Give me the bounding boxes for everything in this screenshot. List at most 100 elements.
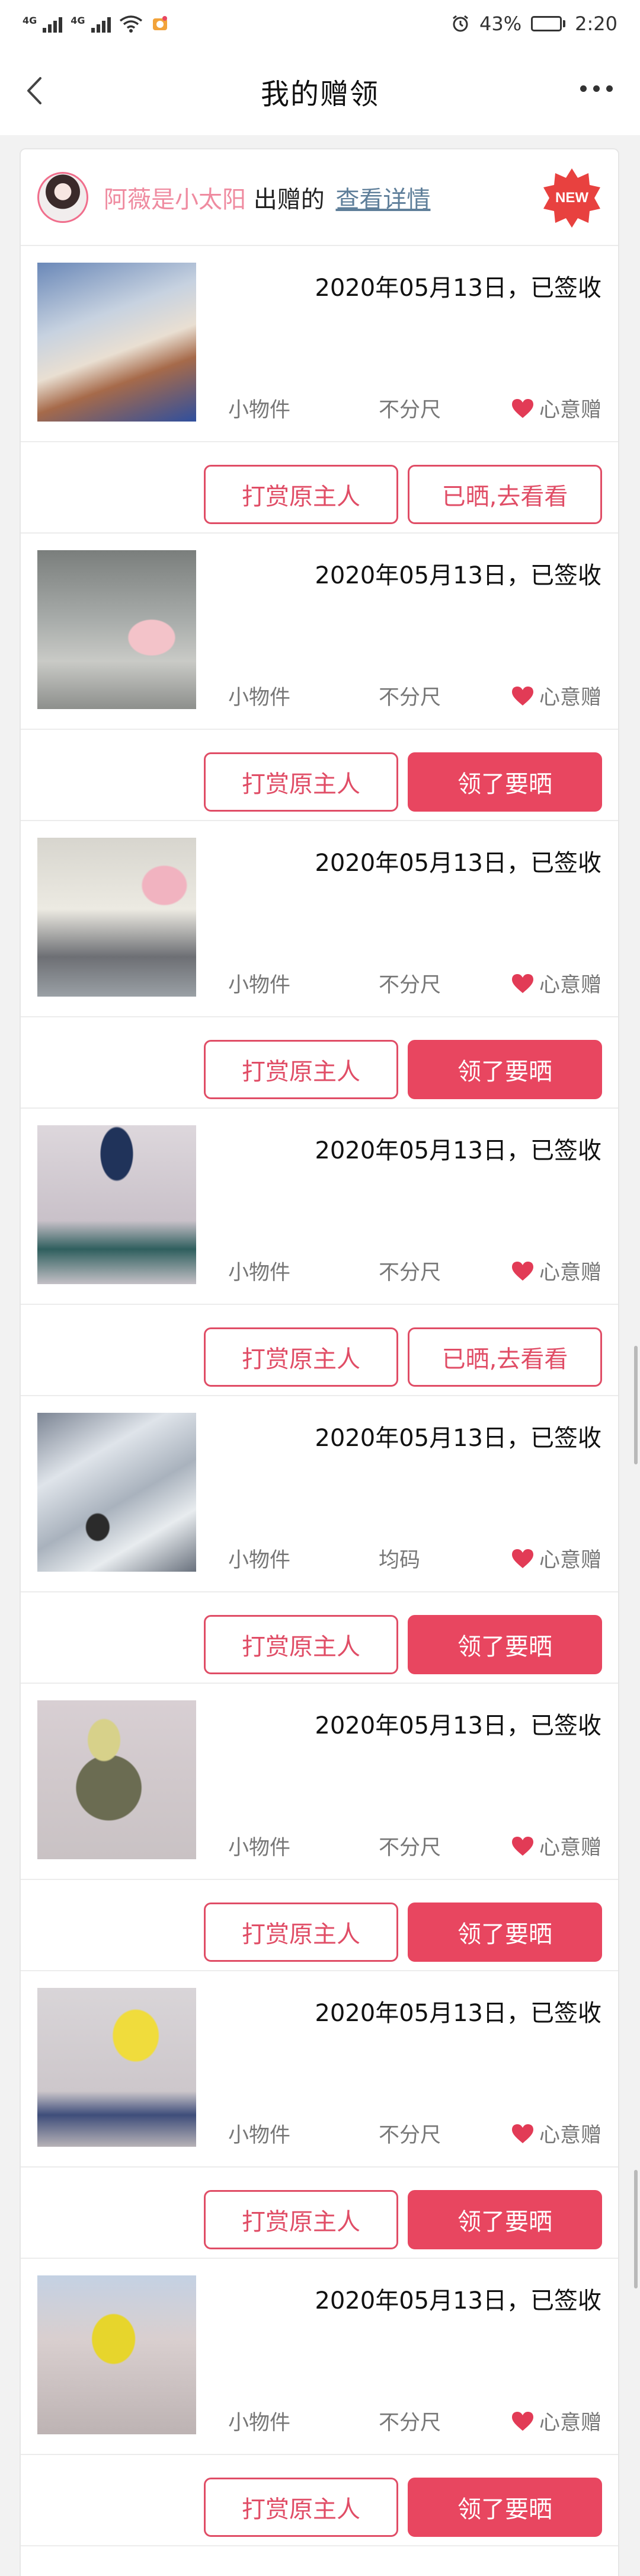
item-info[interactable]: 2020年05月13日，已签收 小物件 不分尺 心意赠	[21, 534, 618, 730]
item-photo[interactable]	[37, 263, 196, 422]
signal-icon	[43, 15, 63, 33]
gift-type-label: 心意赠	[539, 2411, 601, 2435]
reward-owner-button[interactable]: 打赏原主人	[204, 752, 398, 812]
list-item: 2020年05月13日，已签收 小物件 不分尺 心意赠 打赏原主人 领了要晒	[21, 1971, 618, 2259]
share-action-button[interactable]: 领了要晒	[408, 2190, 602, 2249]
gift-type-label: 心意赠	[539, 2124, 601, 2147]
item-actions: 打赏原主人 领了要晒	[21, 1594, 618, 1684]
item-size: 不分尺	[379, 686, 441, 710]
item-info[interactable]: 2020年05月13日，已签收 小物件 不分尺 心意赠	[21, 1971, 618, 2168]
gift-type: 心意赠	[511, 681, 601, 711]
battery-percent: 43%	[479, 12, 522, 35]
notification-app-icon	[152, 16, 167, 30]
gift-type-label: 心意赠	[539, 1836, 601, 1860]
item-actions: 打赏原主人 领了要晒	[21, 731, 618, 821]
gift-type: 心意赠	[511, 393, 601, 423]
new-badge: NEW	[541, 167, 603, 229]
item-size: 不分尺	[379, 973, 441, 997]
status-bar: 4G 4G 43% 2:20	[0, 0, 640, 47]
item-photo[interactable]	[37, 1988, 196, 2147]
list-item: 2020年05月13日，已签收 小物件 不分尺 心意赠 打赏原主人 已晒,去看看	[21, 246, 618, 534]
item-category: 小物件	[228, 398, 291, 422]
list-item: 2020年05月13日，已签收 小物件 均码 心意赠 打赏原主人 领了要晒	[21, 1396, 618, 1684]
giver-name[interactable]: 阿薇是小太阳	[104, 186, 246, 213]
item-size: 不分尺	[379, 2411, 441, 2435]
network-type-label: 4G	[23, 15, 37, 26]
reward-owner-button[interactable]: 打赏原主人	[204, 2478, 398, 2537]
nav-bar: 我的赠领	[0, 47, 640, 135]
list-item: 2020年05月13日，已签收 小物件 不分尺 心意赠 打赏原主人 领了要晒	[21, 1684, 618, 1971]
share-action-button[interactable]: 已晒,去看看	[408, 465, 602, 524]
gift-card: 阿薇是小太阳 出赠的 查看详情 NEW 2020年05月13日，已签收 小物件 …	[20, 148, 619, 2576]
scrollbar-thumb-2[interactable]	[634, 2170, 638, 2288]
wifi-icon	[119, 15, 142, 33]
list-item: 2020年05月13日，已签收 小物件 不分尺 心意赠 打赏原主人 已晒,去看看	[21, 1109, 618, 1396]
gift-type-label: 心意赠	[539, 686, 601, 710]
reward-owner-button[interactable]: 打赏原主人	[204, 2190, 398, 2249]
received-date: 2020年05月13日，已签收	[315, 274, 601, 302]
item-actions: 打赏原主人 领了要晒	[21, 2456, 618, 2546]
share-action-button[interactable]: 领了要晒	[408, 1903, 602, 1962]
item-info[interactable]: 2020年05月13日，已签收 小物件 不分尺 心意赠	[21, 2259, 618, 2455]
item-photo[interactable]	[37, 1125, 196, 1284]
share-action-button[interactable]: 领了要晒	[408, 1040, 602, 1099]
item-photo[interactable]	[37, 838, 196, 997]
item-actions: 打赏原主人 已晒,去看看	[21, 443, 618, 534]
list-item: 2020年05月13日，已签收 小物件 不分尺 心意赠 打赏原主人 领了要晒	[21, 534, 618, 821]
item-photo[interactable]	[37, 2275, 196, 2434]
item-info[interactable]: 2020年05月13日，已签收 小物件 不分尺 心意赠	[21, 821, 618, 1017]
item-size: 均码	[379, 1549, 421, 1572]
share-action-button[interactable]: 领了要晒	[408, 1615, 602, 1674]
gift-type: 心意赠	[511, 1256, 601, 1286]
reward-owner-button[interactable]: 打赏原主人	[204, 1327, 398, 1387]
new-badge-label: NEW	[555, 190, 588, 206]
gift-type: 心意赠	[511, 2118, 601, 2149]
item-size: 不分尺	[379, 398, 441, 422]
item-photo[interactable]	[37, 1700, 196, 1859]
item-size: 不分尺	[379, 2124, 441, 2147]
item-category: 小物件	[228, 686, 291, 710]
item-actions: 打赏原主人 已晒,去看看	[21, 1306, 618, 1396]
battery-icon	[531, 16, 566, 31]
share-action-button[interactable]: 领了要晒	[408, 2478, 602, 2537]
status-right: 43% 2:20	[451, 12, 617, 35]
item-actions: 打赏原主人 领了要晒	[21, 1019, 618, 1109]
item-category: 小物件	[228, 1261, 291, 1285]
item-info[interactable]: 2020年05月13日，已签收 小物件 不分尺 心意赠	[21, 1109, 618, 1305]
heart-icon	[511, 1549, 533, 1568]
item-photo[interactable]	[37, 1413, 196, 1572]
chevron-left-icon[interactable]	[15, 70, 57, 111]
signal-icon-2	[91, 15, 111, 33]
gift-list: 2020年05月13日，已签收 小物件 不分尺 心意赠 打赏原主人 已晒,去看看…	[21, 246, 618, 2546]
heart-icon	[511, 973, 533, 993]
scrollbar-thumb[interactable]	[634, 1346, 638, 1464]
item-category: 小物件	[228, 1549, 291, 1572]
avatar[interactable]	[37, 171, 88, 223]
item-info[interactable]: 2020年05月13日，已签收 小物件 不分尺 心意赠	[21, 246, 618, 442]
reward-owner-button[interactable]: 打赏原主人	[204, 1903, 398, 1962]
reward-owner-button[interactable]: 打赏原主人	[204, 1615, 398, 1674]
share-action-button[interactable]: 已晒,去看看	[408, 1327, 602, 1387]
item-photo[interactable]	[37, 550, 196, 709]
gift-type-label: 心意赠	[539, 973, 601, 997]
gift-type: 心意赠	[511, 1831, 601, 1861]
item-category: 小物件	[228, 2411, 291, 2435]
heart-icon	[511, 1261, 533, 1281]
item-info[interactable]: 2020年05月13日，已签收 小物件 均码 心意赠	[21, 1396, 618, 1592]
received-date: 2020年05月13日，已签收	[315, 2287, 601, 2315]
received-date: 2020年05月13日，已签收	[315, 1712, 601, 1739]
gift-type: 心意赠	[511, 1543, 601, 1573]
clock-time: 2:20	[575, 12, 617, 35]
gift-type-label: 心意赠	[539, 398, 601, 422]
share-action-button[interactable]: 领了要晒	[408, 752, 602, 812]
reward-owner-button[interactable]: 打赏原主人	[204, 465, 398, 524]
heart-icon	[511, 686, 533, 706]
gift-type-label: 心意赠	[539, 1549, 601, 1572]
received-date: 2020年05月13日，已签收	[315, 2000, 601, 2027]
view-details-link[interactable]: 查看详情	[335, 186, 430, 213]
item-info[interactable]: 2020年05月13日，已签收 小物件 不分尺 心意赠	[21, 1684, 618, 1880]
more-dots-icon[interactable]	[580, 85, 613, 92]
reward-owner-button[interactable]: 打赏原主人	[204, 1040, 398, 1099]
page-title: 我的赠领	[260, 78, 379, 111]
status-left: 4G 4G	[23, 15, 169, 33]
